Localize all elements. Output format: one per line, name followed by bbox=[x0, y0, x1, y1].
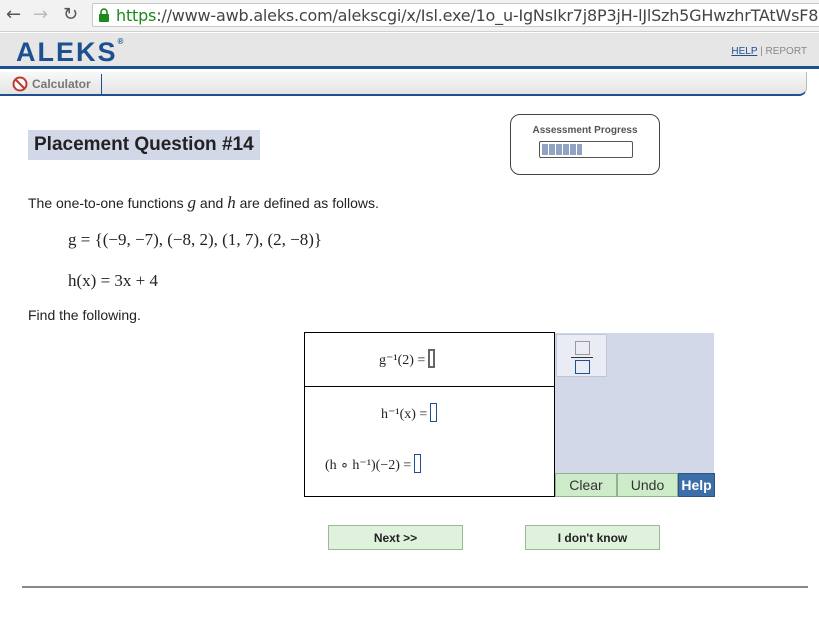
url-text: https://www-awb.aleks.com/alekscgi/x/Isl… bbox=[116, 6, 819, 25]
help-button[interactable]: Help bbox=[678, 473, 715, 497]
url-scheme: https bbox=[116, 6, 157, 25]
clear-button[interactable]: Clear bbox=[555, 473, 617, 497]
find-instruction: Find the following. bbox=[28, 307, 141, 323]
undo-button[interactable]: Undo bbox=[617, 473, 678, 497]
intro-g: g bbox=[187, 193, 197, 212]
progress-bar bbox=[539, 141, 633, 158]
answer-row: h⁻¹(x) = bbox=[381, 403, 438, 423]
progress-label: Assessment Progress bbox=[532, 125, 638, 136]
browser-toolbar: ← → ↻ https://www-awb.aleks.com/alekscgi… bbox=[0, 0, 819, 32]
answer-row: (h ∘ h⁻¹)(−2) = bbox=[325, 454, 422, 474]
next-button[interactable]: Next >> bbox=[328, 525, 463, 550]
tool-palette bbox=[555, 333, 714, 473]
fraction-icon bbox=[575, 341, 590, 355]
back-arrow-icon[interactable]: ← bbox=[6, 5, 21, 25]
aleks-logo: ALEKS® bbox=[16, 37, 123, 68]
lock-icon bbox=[99, 8, 109, 22]
calculator-label: Calculator bbox=[32, 77, 91, 91]
address-bar[interactable]: https://www-awb.aleks.com/alekscgi/x/Isl… bbox=[92, 3, 819, 27]
answer-input[interactable] bbox=[428, 349, 436, 368]
fraction-denominator-box bbox=[575, 360, 590, 374]
fraction-button[interactable] bbox=[556, 334, 607, 377]
intro-mid: and bbox=[196, 195, 228, 211]
dont-know-button[interactable]: I don't know bbox=[525, 525, 660, 550]
report-link[interactable]: REPORT bbox=[766, 46, 808, 57]
answer-input[interactable] bbox=[430, 403, 438, 422]
footer-divider bbox=[22, 586, 808, 588]
assessment-progress: Assessment Progress bbox=[510, 114, 660, 175]
answer-row: g⁻¹(2) = bbox=[379, 349, 436, 369]
calculator-button[interactable]: Calculator bbox=[6, 74, 102, 94]
answer-panel: g⁻¹(2) = h⁻¹(x) = (h ∘ h⁻¹)(−2) = bbox=[304, 332, 555, 497]
answer-expression: h⁻¹(x) = bbox=[381, 407, 428, 422]
app-header: ALEKS® HELP | REPORT bbox=[0, 33, 819, 69]
answer-expression: g⁻¹(2) = bbox=[379, 353, 426, 368]
page-title: Placement Question #14 bbox=[28, 130, 260, 160]
forward-arrow-icon[interactable]: → bbox=[33, 5, 48, 25]
fraction-bar bbox=[571, 357, 593, 358]
progress-fill bbox=[542, 144, 582, 155]
answer-expression: (h ∘ h⁻¹)(−2) = bbox=[325, 458, 412, 473]
logo-text: ALEKS bbox=[16, 37, 118, 67]
question-intro: The one-to-one functions g and h are def… bbox=[28, 193, 379, 213]
intro-post: are defined as follows. bbox=[235, 195, 379, 211]
url-path: ://www-awb.aleks.com/alekscgi/x/Isl.exe/… bbox=[156, 6, 819, 25]
registered-mark: ® bbox=[117, 37, 124, 46]
intro-pre: The one-to-one functions bbox=[28, 195, 188, 211]
g-definition: g = {(−9, −7), (−8, 2), (1, 7), (2, −8)} bbox=[68, 230, 323, 249]
tool-bar: Calculator bbox=[0, 72, 807, 96]
answer-input[interactable] bbox=[414, 454, 422, 473]
disabled-icon bbox=[12, 76, 28, 92]
h-definition: h(x) = 3x + 4 bbox=[68, 271, 158, 290]
header-links: HELP | REPORT bbox=[731, 46, 807, 57]
reload-icon[interactable]: ↻ bbox=[63, 5, 78, 25]
intro-h: h bbox=[227, 193, 236, 212]
help-link[interactable]: HELP bbox=[731, 46, 757, 57]
link-separator: | bbox=[760, 46, 763, 57]
